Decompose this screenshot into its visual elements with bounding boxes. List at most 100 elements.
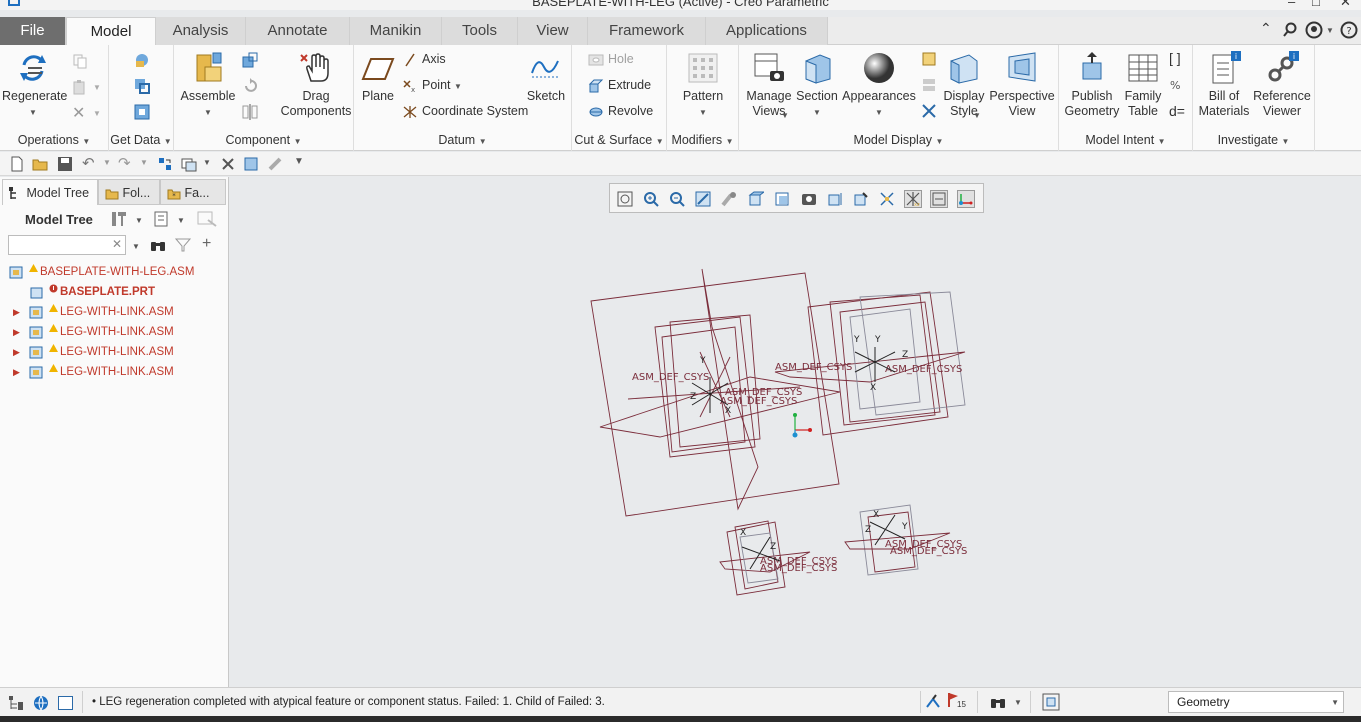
redo-icon[interactable]: ↷ [118,154,134,172]
tab-tools[interactable]: Tools [442,17,518,45]
group-label-operations[interactable]: Operations ▼ [0,133,108,147]
selection-icon[interactable] [243,156,259,172]
repaint-icon[interactable] [695,191,711,207]
redo-dropdown-icon[interactable]: ▼ [140,158,156,174]
new-file-icon[interactable] [9,156,25,172]
perspective-view-button[interactable]: Perspective View [989,51,1055,119]
display-style-button[interactable]: Display Style [939,51,989,119]
family-table-button[interactable]: Family Table [1121,51,1165,119]
manage-views-button[interactable]: Manage Views [743,51,795,119]
group-label-datum[interactable]: Datum ▼ [354,133,571,147]
filter-icon[interactable] [175,237,191,253]
switch-dimensions-icon[interactable]: d= [1169,103,1185,119]
tab-model[interactable]: Model [66,17,156,45]
windows-icon[interactable] [181,156,197,172]
reference-viewer-button[interactable]: i Reference Viewer [1251,51,1313,119]
expand-arrow-icon[interactable]: ▶ [13,342,20,362]
model-tree-display-icon[interactable] [957,190,975,208]
group-label-model-display[interactable]: Model Display ▼ [739,133,1058,147]
drag-components-button[interactable]: Drag Components [280,51,352,119]
tab-view[interactable]: View [518,17,588,45]
collapse-ribbon-icon[interactable]: ⌃ [1260,20,1272,37]
csys-display-icon[interactable]: xz [904,190,922,208]
tab-favorites[interactable]: * Fa... [160,179,226,205]
save-icon[interactable] [57,156,73,172]
refit-icon[interactable] [617,191,633,207]
group-label-component[interactable]: Component ▼ [174,133,353,147]
bill-of-materials-button[interactable]: i Bill of Materials [1197,51,1251,119]
show-filters-dropdown-icon[interactable]: ▼ [177,216,185,225]
user-defined-feature-icon[interactable] [133,51,151,69]
search-icon[interactable] [1282,22,1298,38]
tab-manikin[interactable]: Manikin [350,17,442,45]
undo-dropdown-icon[interactable]: ▼ [103,158,119,174]
saved-orientations-icon[interactable] [748,191,764,207]
create-component-icon[interactable] [241,51,259,69]
model-geometry[interactable]: ASM_DEF_CSYS ASM_DEF_CSYS ASM_DEF_CSYS A… [230,177,1361,687]
find-binoculars-icon[interactable] [150,237,166,253]
sketch-button[interactable]: Sketch [524,51,568,104]
repeat-icon[interactable] [241,77,259,95]
tree-row-part[interactable]: BASEPLATE.PRT [0,282,220,302]
section-small-icon[interactable] [827,191,843,207]
zoom-out-icon[interactable] [669,191,685,207]
help-icon[interactable]: ? [1340,21,1358,39]
expand-arrow-icon[interactable]: ▶ [13,362,20,382]
undo-icon[interactable]: ↶ [82,154,98,172]
close-button[interactable]: ✕ [1340,0,1351,10]
display-style-small-icon[interactable] [721,191,737,207]
paste-dropdown-icon[interactable]: ▼ [93,83,101,92]
spin-center-toggle-icon[interactable] [930,190,948,208]
community-icon[interactable] [1305,21,1323,39]
show-filters-icon[interactable] [153,210,169,228]
browser-toggle-icon[interactable] [32,694,50,712]
add-column-icon[interactable]: + [202,235,211,253]
minimize-button[interactable]: – [1288,0,1295,9]
group-label-cut-surface[interactable]: Cut & Surface ▼ [572,133,666,147]
tab-annotate[interactable]: Annotate [246,17,350,45]
tab-file[interactable]: File [0,17,66,45]
community-dropdown-icon[interactable]: ▼ [1326,26,1334,35]
expand-arrow-icon[interactable]: ▶ [13,302,20,322]
regenerate-small-icon[interactable] [157,156,173,172]
parameters-icon[interactable]: [ ] [1169,50,1181,66]
selection-filter-select[interactable]: Geometry ▼ [1168,691,1344,713]
group-label-modifiers[interactable]: Modifiers ▼ [667,133,738,147]
tree-row-subassembly[interactable]: ▶ LEG-WITH-LINK.ASM [0,362,220,382]
group-label-get-data[interactable]: Get Data ▼ [109,133,173,147]
search-dropdown-icon[interactable]: ▼ [132,242,140,251]
maximize-button[interactable]: □ [1312,0,1320,9]
tree-row-subassembly[interactable]: ▶ LEG-WITH-LINK.ASM [0,302,220,322]
annotation-display-icon[interactable] [853,191,869,207]
tab-folder-browser[interactable]: Fol... [98,179,160,205]
delete-dropdown-icon[interactable]: ▼ [93,109,101,118]
tree-row-subassembly[interactable]: ▶ LEG-WITH-LINK.ASM [0,322,220,342]
copy-icon[interactable] [72,53,88,69]
tree-columns-icon[interactable] [196,210,218,228]
tree-row-root[interactable]: BASEPLATE-WITH-LEG.ASM [0,262,220,282]
tree-settings-icon[interactable] [110,210,128,228]
customize-qat-icon[interactable]: ▼ [294,156,310,172]
group-label-model-intent[interactable]: Model Intent ▼ [1059,133,1192,147]
expand-arrow-icon[interactable]: ▶ [13,322,20,342]
tab-analysis[interactable]: Analysis [156,17,246,45]
delete-icon[interactable]: ✕ [72,103,85,123]
axis-button[interactable]: Axis [402,51,446,67]
display-layers-icon[interactable] [921,77,937,93]
assemble-button[interactable]: Assemble ▼ [180,51,236,120]
selection-buffer-icon[interactable] [1042,693,1060,711]
fullscreen-toggle-icon[interactable] [58,696,73,710]
tab-framework[interactable]: Framework [588,17,706,45]
tab-model-tree[interactable]: Model Tree [2,179,98,205]
coordinate-system-button[interactable]: Coordinate System [402,103,528,119]
shade-icon[interactable] [267,156,283,172]
find-dropdown-icon[interactable]: ▼ [1014,698,1022,707]
regen-manager-icon[interactable] [924,693,942,711]
edit-appearances-icon[interactable] [921,51,937,67]
hole-button[interactable]: Hole [588,51,634,67]
tab-applications[interactable]: Applications [706,17,828,45]
datum-display-filters-icon[interactable] [879,191,895,207]
regenerate-button[interactable]: Regenerate ▼ [2,51,67,120]
zoom-in-icon[interactable] [643,191,659,207]
display-style-dropdown-icon[interactable]: ▼ [973,111,981,120]
